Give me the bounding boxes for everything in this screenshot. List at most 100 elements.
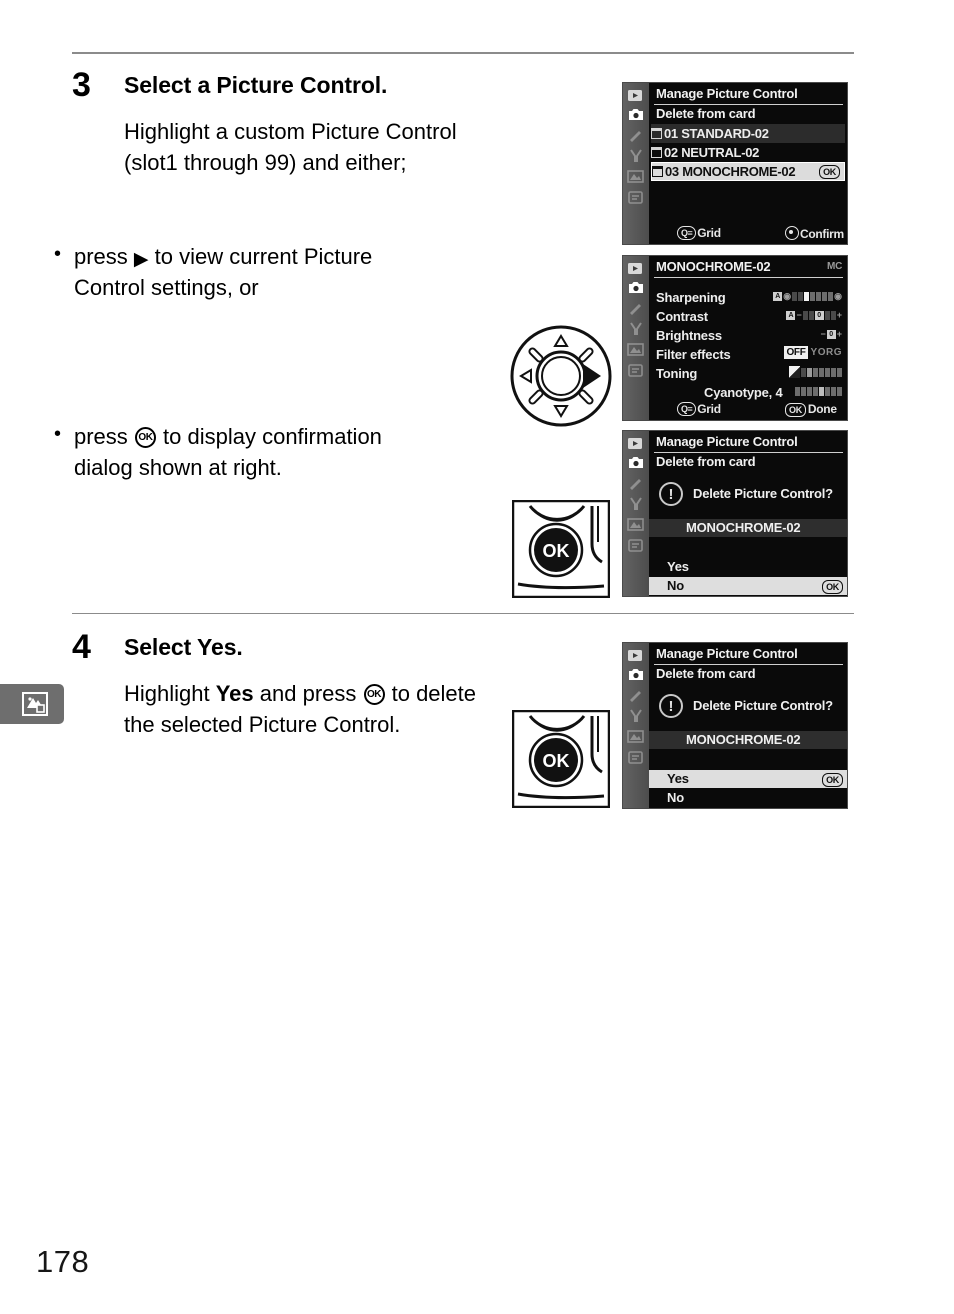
playback-menu-icon[interactable] xyxy=(627,648,645,663)
bullet-2-pre: press xyxy=(74,424,134,449)
footer-done-label: Done xyxy=(807,402,837,416)
screen4-target-name: MONOCHROME-02 xyxy=(649,731,847,749)
shooting-menu-icon[interactable] xyxy=(627,280,645,295)
row-slot: 02 xyxy=(664,145,678,160)
step-4-body-pre: Highlight xyxy=(124,681,216,706)
setup-menu-icon[interactable] xyxy=(627,148,645,163)
footer-grid[interactable]: Q≡ Grid xyxy=(677,226,721,240)
auto-icon: A xyxy=(786,310,796,320)
picture-control-row[interactable]: 01 STANDARD-02 xyxy=(651,124,845,143)
retouch-menu-icon[interactable] xyxy=(627,729,645,744)
setting-label-contrast[interactable]: Contrast xyxy=(656,309,708,324)
option-yes-highlighted[interactable]: Yes OK xyxy=(649,770,847,788)
contrast-slider[interactable]: A − 0 + xyxy=(786,309,842,322)
camera-screen-delete-confirm-yes: Manage Picture Control Delete from card … xyxy=(622,642,848,809)
multi-selector-illustration xyxy=(509,324,613,428)
camera-screen-monochrome-settings: MONOCHROME-02 MC Sharpening A ◉ ◉ Contra… xyxy=(622,255,848,421)
row-name: STANDARD-02 xyxy=(681,126,769,141)
playback-menu-icon[interactable] xyxy=(627,261,645,276)
filter-options: YORG xyxy=(810,346,842,358)
svg-text:OK: OK xyxy=(543,751,570,771)
page-number: 178 xyxy=(36,1244,90,1279)
row-name: NEUTRAL-02 xyxy=(681,145,760,160)
picture-control-row[interactable]: 02 NEUTRAL-02 xyxy=(651,143,845,162)
option-no-label: No xyxy=(667,790,684,805)
screen3-content: Manage Picture Control Delete from card … xyxy=(649,431,847,596)
divider-between-steps xyxy=(72,613,854,614)
cyanotype-slider[interactable] xyxy=(795,385,842,398)
step-3-body: Highlight a custom Picture Control (slot… xyxy=(124,119,457,176)
retouch-menu-icon[interactable] xyxy=(627,517,645,532)
retouch-menu-icon[interactable] xyxy=(627,169,645,184)
screen3-subtitle: Delete from card xyxy=(656,454,756,469)
toning-swatch xyxy=(789,366,800,378)
option-no[interactable]: No xyxy=(649,789,847,807)
setting-label-sharpening[interactable]: Sharpening xyxy=(656,290,726,305)
custom-settings-menu-icon[interactable] xyxy=(627,301,645,316)
option-yes-label: Yes xyxy=(667,559,689,574)
toning-slider[interactable] xyxy=(789,366,842,379)
footer-grid[interactable]: Q≡ Grid xyxy=(677,402,721,416)
slider-max-cap: + xyxy=(836,309,842,320)
custom-settings-menu-icon[interactable] xyxy=(627,128,645,143)
custom-settings-menu-icon[interactable] xyxy=(627,476,645,491)
recent-settings-menu-icon[interactable] xyxy=(627,750,645,765)
slot-icon xyxy=(652,166,663,177)
camera-screen-delete-confirm-no: Manage Picture Control Delete from card … xyxy=(622,430,848,597)
divider-top xyxy=(72,52,854,54)
setting-label-toning[interactable]: Toning xyxy=(656,366,697,381)
playback-menu-icon[interactable] xyxy=(627,436,645,451)
screen2-footer: Q≡ Grid OK Done xyxy=(649,402,847,418)
ok-button-icon xyxy=(363,684,385,705)
setting-label-brightness[interactable]: Brightness xyxy=(656,328,722,343)
retouch-menu-icon[interactable] xyxy=(627,342,645,357)
screen3-title: Manage Picture Control xyxy=(656,434,798,449)
right-arrow-icon: ▶ xyxy=(133,249,149,270)
chapter-tab xyxy=(0,684,64,724)
recent-settings-menu-icon[interactable] xyxy=(627,363,645,378)
step-3-title: Select a Picture Control. xyxy=(124,72,388,98)
bullet-press-right: press ▶ to view current Picture Control … xyxy=(52,240,422,303)
shooting-menu-icon[interactable] xyxy=(627,107,645,122)
footer-confirm[interactable]: Confirm xyxy=(785,226,844,241)
option-yes[interactable]: Yes xyxy=(649,558,847,576)
setting-label-cyanotype[interactable]: Cyanotype, 4 xyxy=(704,385,783,400)
recent-settings-menu-icon[interactable] xyxy=(627,538,645,553)
brightness-slider[interactable]: − 0 + xyxy=(820,328,842,341)
step-4-body-bold: Yes xyxy=(215,681,254,706)
ok-button-illustration-1: OK xyxy=(511,499,611,599)
slider-min-cap: − xyxy=(820,328,826,339)
footer-confirm-label: Confirm xyxy=(800,227,844,241)
step-3-bullets-2: press to display confirmation dialog sho… xyxy=(52,420,424,499)
setup-menu-icon[interactable] xyxy=(627,708,645,723)
screen3-title-rule xyxy=(654,452,843,453)
warning-icon: ! xyxy=(659,694,683,718)
setting-label-filter-effects[interactable]: Filter effects xyxy=(656,347,731,362)
setup-menu-icon[interactable] xyxy=(627,496,645,511)
screen4-title-rule xyxy=(654,664,843,665)
screen1-title-rule xyxy=(654,104,843,105)
step-4-number: 4 xyxy=(72,628,91,666)
shooting-menu-icon[interactable] xyxy=(627,667,645,682)
custom-settings-menu-icon[interactable] xyxy=(627,688,645,703)
screen1-footer: Q≡ Grid Confirm xyxy=(649,226,847,242)
bullet-1-pre: press xyxy=(74,244,134,269)
screen4-subtitle: Delete from card xyxy=(656,666,756,681)
footer-done[interactable]: OK Done xyxy=(785,402,837,417)
auto-icon: A xyxy=(773,291,783,301)
recent-settings-menu-icon[interactable] xyxy=(627,190,645,205)
menu-rail xyxy=(623,256,649,420)
confirm-dial-icon xyxy=(785,226,799,240)
shooting-menu-icon[interactable] xyxy=(627,455,645,470)
camera-screen-manage-picture-control-list: Manage Picture Control Delete from card … xyxy=(622,82,848,245)
filter-off-value: OFF xyxy=(784,345,808,359)
picture-control-row-selected[interactable]: 03 MONOCHROME-02 OK xyxy=(651,162,845,181)
playback-menu-icon[interactable] xyxy=(627,88,645,103)
option-no-highlighted[interactable]: No OK xyxy=(649,577,847,595)
filter-effects-value[interactable]: OFF YORG xyxy=(784,345,842,359)
footer-grid-label: Grid xyxy=(697,226,721,240)
footer-grid-label: Grid xyxy=(697,402,721,416)
setup-menu-icon[interactable] xyxy=(627,321,645,336)
slider-max-cap: ◉ xyxy=(834,290,842,301)
sharpening-slider[interactable]: A ◉ ◉ xyxy=(773,290,842,303)
